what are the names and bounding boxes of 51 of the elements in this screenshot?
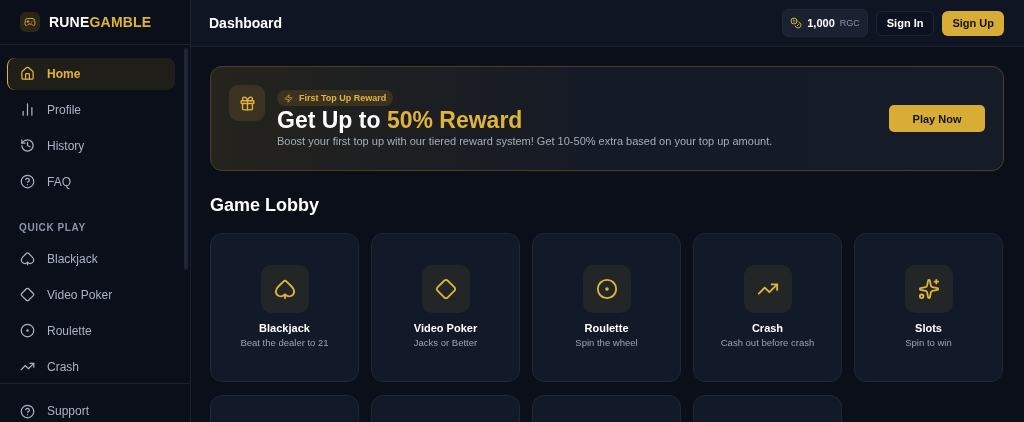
help-icon (20, 404, 35, 419)
nav-item[interactable]: History (7, 129, 175, 162)
game-card[interactable]: Slots Spin to win (854, 233, 1003, 382)
spade-icon (273, 278, 296, 300)
banner-text: Boost your first top up with our tiered reward system! Get 10-50% extra based on your top up amount. (277, 135, 773, 147)
game-subtitle: Jacks or Better (413, 337, 478, 348)
brand-name: RUNE (49, 14, 90, 30)
nav-item[interactable]: Crash (7, 350, 175, 383)
nav-item[interactable]: Support (0, 382, 190, 422)
game-name: Crash (751, 322, 784, 334)
coins-icon (790, 17, 803, 29)
bar-chart-icon (20, 102, 35, 118)
help-icon (20, 174, 35, 190)
game-subtitle: Cash out before crash (720, 337, 815, 348)
game-name: Video Poker (413, 322, 478, 334)
history-icon (20, 138, 35, 154)
game-card[interactable]: Roulette Spin the wheel (532, 233, 681, 382)
game-name: Slots (915, 322, 942, 334)
banner-title: Get Up to 50% Reward (277, 107, 523, 134)
reward-badge: First Top Up Reward (277, 90, 394, 106)
sign-up-button[interactable]: Sign Up (942, 10, 1004, 36)
circle-dot-icon (20, 323, 35, 339)
nav-item[interactable]: Home (7, 57, 175, 90)
sign-in-button[interactable]: Sign In (875, 10, 935, 36)
play-now-button[interactable]: Play Now (889, 105, 985, 132)
section-title: Game Lobby (210, 195, 321, 216)
game-card[interactable]: Crash Cash out before crash (693, 233, 842, 382)
nav-item[interactable]: Profile (7, 93, 175, 126)
nav-item[interactable]: Roulette (7, 314, 175, 347)
nav-item[interactable]: FAQ (7, 165, 175, 198)
game-name: Roulette (584, 322, 629, 334)
game-card[interactable]: Video Poker Jacks or Better (371, 233, 520, 382)
diamond-icon (434, 278, 457, 300)
game-name: Blackjack (259, 322, 310, 334)
nav-item[interactable]: Video Poker (7, 278, 175, 311)
section-title: QUICK PLAY (18, 220, 87, 235)
game-card[interactable]: Blackjack Beat the dealer to 21 (210, 233, 359, 382)
gift-icon (238, 94, 256, 112)
spade-icon (20, 251, 35, 267)
page-title: Dashboard (209, 15, 284, 31)
circle-dot-icon (595, 278, 618, 300)
diamond-icon (20, 287, 35, 303)
game-subtitle: Beat the dealer to 21 (240, 337, 329, 348)
brand-name: GAMBLE (89, 14, 152, 30)
sparkles-icon (917, 278, 940, 300)
lightning-icon (284, 93, 293, 103)
home-icon (20, 66, 35, 82)
nav-item[interactable]: Blackjack (7, 242, 175, 275)
game-subtitle: Spin the wheel (575, 337, 638, 348)
game-subtitle: Spin to win (905, 337, 952, 348)
balance-chip: 1,000 RGC (782, 9, 868, 37)
